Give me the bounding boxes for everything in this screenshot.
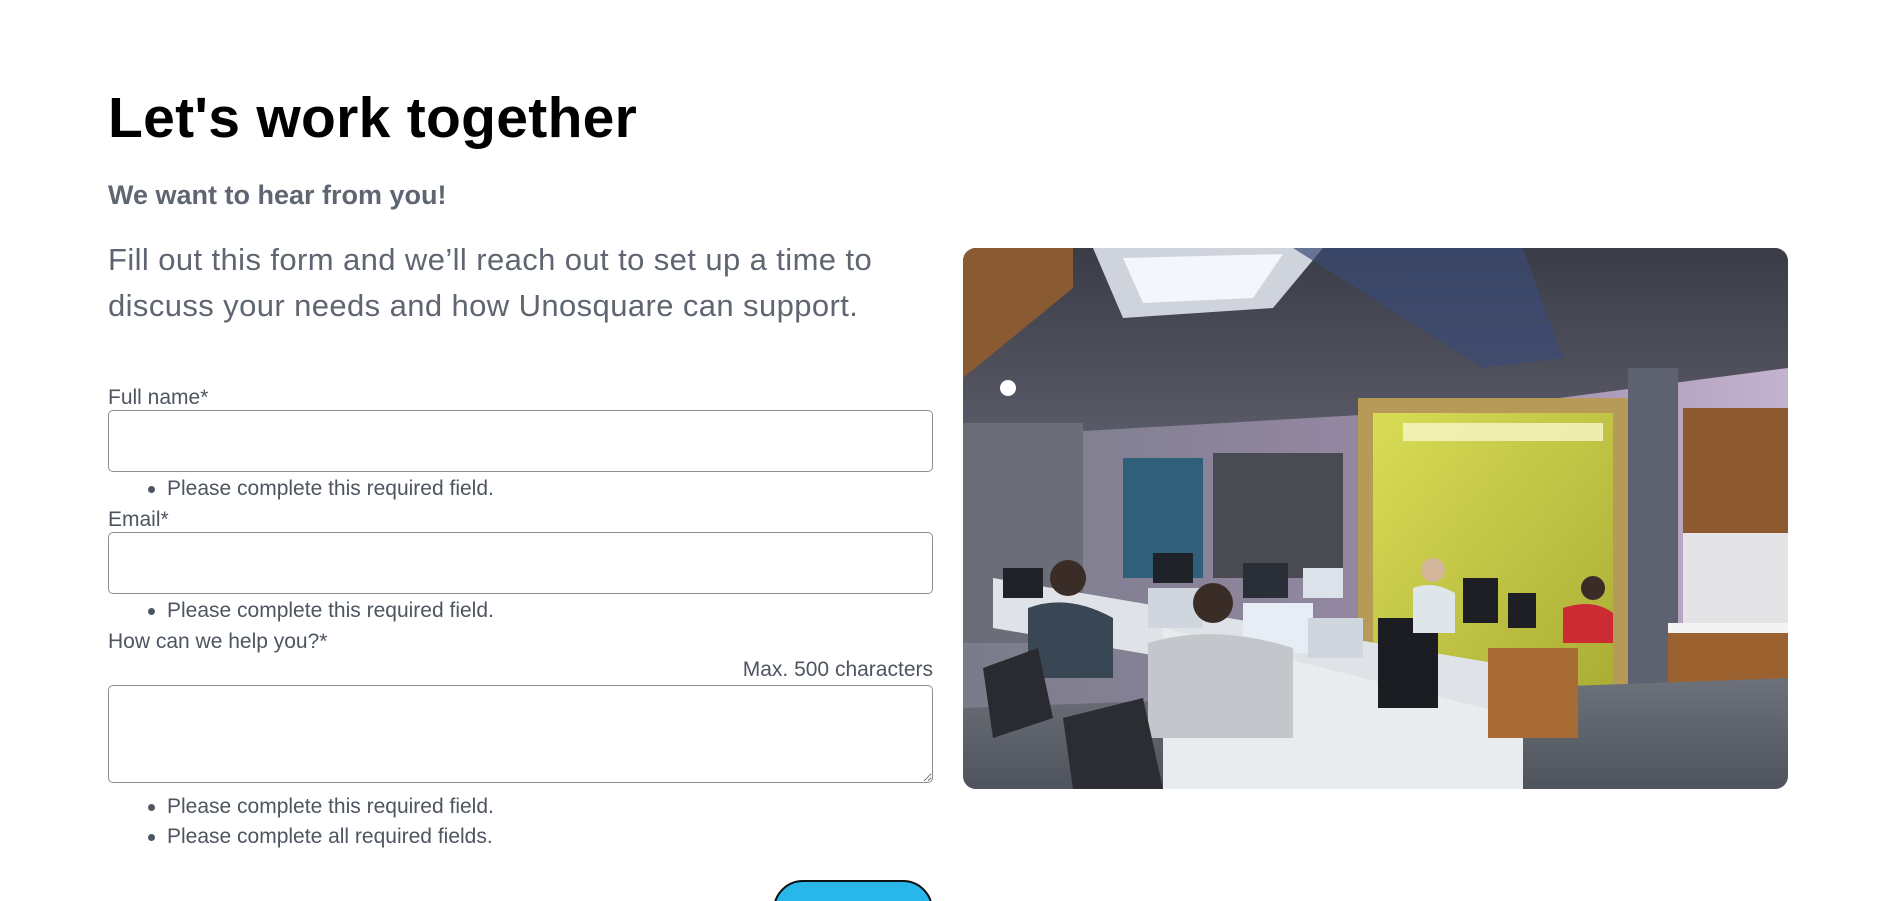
message-errors: Please complete this required field. Ple…: [108, 792, 494, 852]
full-name-label: Full name*: [108, 386, 209, 409]
message-label: How can we help you?*: [108, 630, 328, 653]
submit-button[interactable]: [773, 880, 933, 901]
email-label: Email*: [108, 508, 169, 531]
message-error: Please complete this required field.: [148, 792, 494, 822]
intro-text: Fill out this form and we’ll reach out t…: [108, 242, 873, 323]
email-errors: Please complete this required field.: [108, 596, 494, 626]
page-title: Let's work together: [108, 86, 638, 150]
contact-page: Let's work together We want to hear from…: [0, 0, 1894, 901]
message-textarea[interactable]: [108, 685, 933, 783]
email-input[interactable]: [108, 532, 933, 594]
page-subtitle: We want to hear from you!: [108, 180, 447, 210]
full-name-input[interactable]: [108, 410, 933, 472]
full-name-error: Please complete this required field.: [148, 474, 494, 504]
office-photo: [963, 248, 1788, 789]
form-error: Please complete all required fields.: [148, 822, 494, 852]
max-characters-hint: Max. 500 characters: [742, 658, 933, 681]
full-name-errors: Please complete this required field.: [108, 474, 494, 504]
email-error: Please complete this required field.: [148, 596, 494, 626]
